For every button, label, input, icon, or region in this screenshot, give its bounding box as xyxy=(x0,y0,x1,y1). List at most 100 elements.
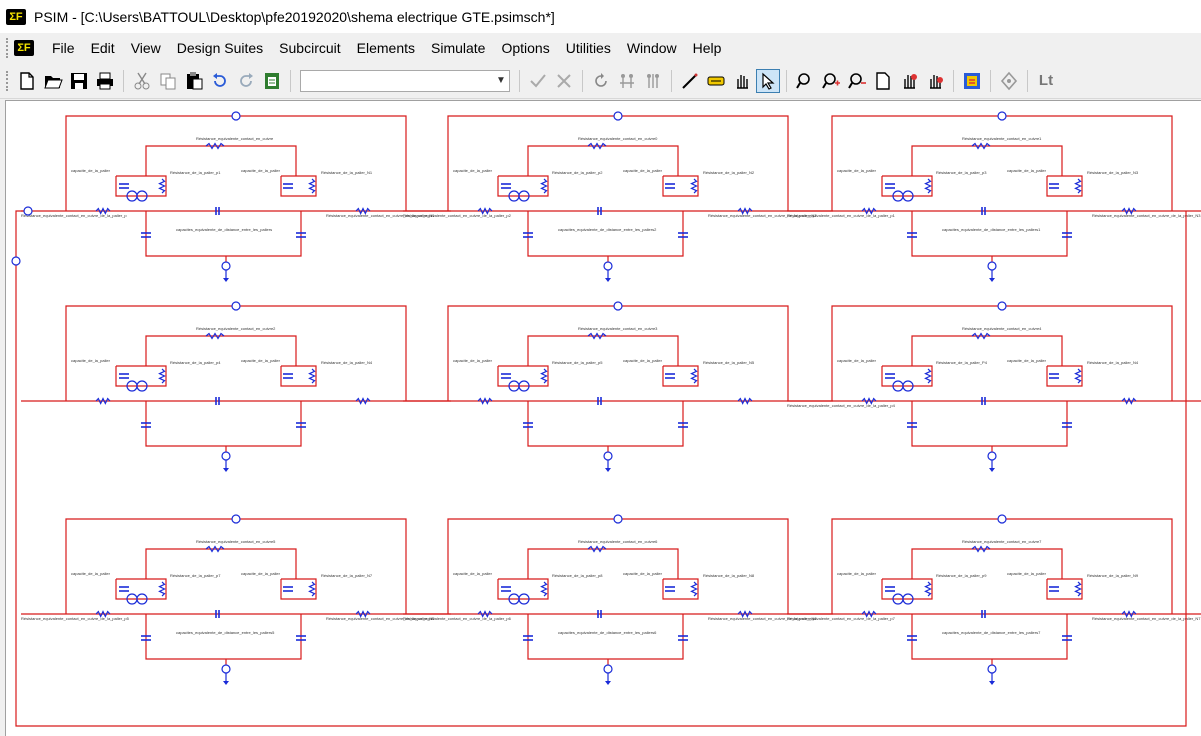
left-capacitor-label[interactable]: capacite_de_la_palier xyxy=(837,168,877,173)
left-capacitor-label[interactable]: capacite_de_la_palier xyxy=(71,571,111,576)
right-resistor-label[interactable]: Résistance_de_la_palier_N1 xyxy=(321,170,373,175)
zoom-icon[interactable] xyxy=(793,69,817,93)
top-source-icon[interactable] xyxy=(997,301,1007,311)
right-capacitor-label[interactable]: capacite_de_la_palier xyxy=(1007,571,1047,576)
top-resistor-label[interactable]: Résistance_equivalente_contact_en_cuivre… xyxy=(578,136,658,141)
right-branch-wire[interactable] xyxy=(280,578,317,600)
bottom-source-icon[interactable] xyxy=(603,261,613,271)
left-resistor[interactable] xyxy=(540,368,548,384)
left-wire-label[interactable]: Résistance_equivalente_contact_en_cuivre… xyxy=(787,616,896,621)
ground-icon[interactable] xyxy=(989,681,995,685)
ground-icon[interactable] xyxy=(989,468,995,472)
right-resistor-label[interactable]: Résistance_de_la_palier_N4 xyxy=(321,360,373,365)
menu-edit[interactable]: Edit xyxy=(83,40,123,56)
cancel-icon[interactable] xyxy=(552,69,576,93)
wire-icon[interactable] xyxy=(678,69,702,93)
select-icon[interactable] xyxy=(756,68,780,93)
left-resistor[interactable] xyxy=(924,368,932,384)
left-branch-wire[interactable] xyxy=(497,578,549,600)
left-resistor[interactable] xyxy=(158,581,166,597)
bottom-loop-wire[interactable] xyxy=(527,614,684,660)
right-resistor-label[interactable]: Résistance_de_la_palier_N2 xyxy=(703,170,755,175)
top-resistor-label[interactable]: Résistance_equivalente_contact_en_cuivre xyxy=(196,136,274,141)
bottom-loop-wire[interactable] xyxy=(145,401,302,447)
bottom-source-icon[interactable] xyxy=(221,664,231,674)
block-outer-wire[interactable] xyxy=(65,115,407,211)
top-source-icon[interactable] xyxy=(231,301,241,311)
zoom-out-icon[interactable] xyxy=(845,69,869,93)
redo-icon[interactable] xyxy=(234,69,258,93)
left-resistor[interactable] xyxy=(158,178,166,194)
ground-icon[interactable] xyxy=(223,278,229,282)
top-resistor-label[interactable]: Résistance_equivalente_contact_en_cuivre… xyxy=(578,326,658,331)
paste-special-icon[interactable] xyxy=(260,69,284,93)
check-icon[interactable] xyxy=(526,69,550,93)
left-branch-wire[interactable] xyxy=(497,365,549,387)
left-capacitor-label[interactable]: capacite_de_la_palier xyxy=(837,571,877,576)
bottom-loop-wire[interactable] xyxy=(911,614,1068,660)
element-combo-box[interactable]: ▼ xyxy=(300,69,510,92)
top-resistor-label[interactable]: Résistance_equivalente_contact_en_cuivre… xyxy=(578,539,658,544)
save-icon[interactable] xyxy=(67,69,91,93)
right-capacitor-label[interactable]: capacite_de_la_palier xyxy=(241,571,281,576)
left-branch-wire[interactable] xyxy=(115,578,167,600)
left-resistor-label[interactable]: Résistance_de_la_palier_P4 xyxy=(936,360,988,365)
left-capacitor-label[interactable]: capacite_de_la_palier xyxy=(71,168,111,173)
menu-window[interactable]: Window xyxy=(619,40,685,56)
top-source-icon[interactable] xyxy=(231,514,241,524)
bottom-source-icon[interactable] xyxy=(603,664,613,674)
left-wire-label[interactable]: Résistance_equivalente_contact_en_cuivre… xyxy=(403,616,512,621)
print-icon[interactable] xyxy=(93,69,117,93)
left-branch-wire[interactable] xyxy=(881,365,933,387)
bottom-source-icon[interactable] xyxy=(603,451,613,461)
left-capacitor-label[interactable]: capacite_de_la_palier xyxy=(71,358,111,363)
bottom-capacitor-label[interactable]: capacites_equivalente_de_distance_entre_… xyxy=(558,227,657,232)
document-menu-icon[interactable]: ΣF xyxy=(14,40,34,56)
top-resistor-label[interactable]: Résistance_equivalente_contact_en_cuivre… xyxy=(196,539,276,544)
right-resistor-label[interactable]: Résistance_de_la_palier_N4 xyxy=(1087,360,1139,365)
right-branch-wire[interactable] xyxy=(662,578,699,600)
toolbar-grip-handle[interactable] xyxy=(6,70,10,91)
left-resistor[interactable] xyxy=(158,368,166,384)
right-resistor[interactable] xyxy=(1074,368,1082,384)
schematic-drawing[interactable]: Résistance_equivalente_contact_en_cuivre… xyxy=(6,101,1201,736)
left-resistor-label[interactable]: Résistance_de_la_palier_p2 xyxy=(552,170,603,175)
left-capacitor-label[interactable]: capacite_de_la_palier xyxy=(453,571,493,576)
block-outer-wire[interactable] xyxy=(447,115,789,211)
ground-icon[interactable] xyxy=(223,681,229,685)
top-resistor-label[interactable]: Résistance_equivalente_contact_en_cuivre… xyxy=(962,539,1042,544)
top-source-icon[interactable] xyxy=(997,111,1007,121)
bottom-loop-wire[interactable] xyxy=(527,401,684,447)
block-outer-wire[interactable] xyxy=(831,115,1173,211)
bottom-loop-wire[interactable] xyxy=(527,211,684,257)
bottom-source-icon[interactable] xyxy=(221,261,231,271)
right-resistor[interactable] xyxy=(690,368,698,384)
bottom-source-icon[interactable] xyxy=(221,451,231,461)
menu-help[interactable]: Help xyxy=(685,40,730,56)
right-capacitor-label[interactable]: capacite_de_la_palier xyxy=(1007,168,1047,173)
menu-design-suites[interactable]: Design Suites xyxy=(169,40,271,56)
left-branch-wire[interactable] xyxy=(881,175,933,197)
left-resistor[interactable] xyxy=(924,581,932,597)
left-resistor[interactable] xyxy=(540,178,548,194)
right-capacitor-label[interactable]: capacite_de_la_palier xyxy=(623,168,663,173)
element-count-icon[interactable] xyxy=(923,69,947,93)
right-capacitor-label[interactable]: capacite_de_la_palier xyxy=(241,358,281,363)
simcoder-icon[interactable] xyxy=(960,69,984,93)
fit-page-icon[interactable] xyxy=(871,69,895,93)
menu-utilities[interactable]: Utilities xyxy=(558,40,619,56)
left-capacitor-label[interactable]: capacite_de_la_palier xyxy=(837,358,877,363)
right-branch-wire[interactable] xyxy=(1046,175,1083,197)
chevron-down-icon[interactable]: ▼ xyxy=(493,71,509,91)
menu-options[interactable]: Options xyxy=(493,40,557,56)
left-wire-label[interactable]: Résistance_equivalente_contact_en_cuivre… xyxy=(787,403,896,408)
right-resistor[interactable] xyxy=(690,581,698,597)
top-resistor-label[interactable]: Résistance_equivalente_contact_en_cuivre… xyxy=(962,326,1042,331)
top-resistor-label[interactable]: Résistance_equivalente_contact_en_cuivre… xyxy=(196,326,276,331)
input-source-icon[interactable] xyxy=(23,206,33,216)
bottom-loop-wire[interactable] xyxy=(145,211,302,257)
right-wire-label[interactable]: Résistance_equivalente_contact_en_cuivre… xyxy=(1092,616,1201,621)
left-resistor-label[interactable]: Résistance_de_la_palier_p8 xyxy=(552,573,603,578)
right-branch-wire[interactable] xyxy=(662,365,699,387)
left-branch-wire[interactable] xyxy=(497,175,549,197)
